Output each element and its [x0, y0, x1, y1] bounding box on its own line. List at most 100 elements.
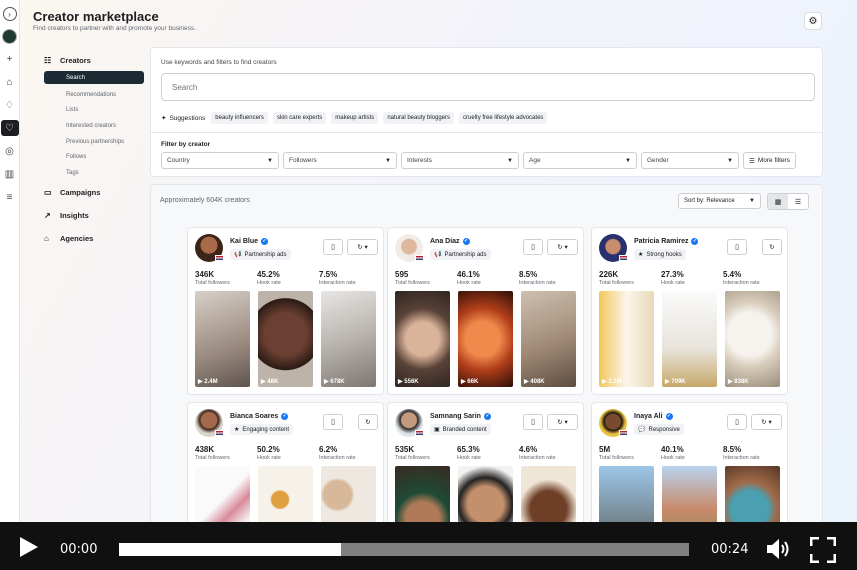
creator-name[interactable]: Inaya Ali ✓: [634, 413, 673, 420]
creator-card[interactable]: Patricia Ramirez ✓ ★ Strong hooks ▯ ↻ 226K…: [591, 227, 788, 395]
save-button[interactable]: ▯: [323, 414, 343, 430]
nav-search[interactable]: Search: [44, 71, 144, 84]
divider: [151, 132, 822, 133]
nav-tags[interactable]: Tags: [44, 165, 144, 181]
video-thumbnail[interactable]: ▶ 709K: [662, 291, 717, 387]
video-thumbnail[interactable]: [458, 466, 513, 523]
video-thumbnail[interactable]: ▶ 408K: [521, 291, 576, 387]
megaphone-icon: 📢: [434, 252, 442, 258]
creator-card[interactable]: Bianca Soares ✓ ★ Engaging content ▯ ↻ 438…: [187, 402, 384, 523]
account-avatar[interactable]: [2, 28, 18, 44]
video-thumbnail[interactable]: ▶ 678K: [321, 291, 376, 387]
refresh-icon: ↻: [365, 419, 371, 426]
suggestion-chip[interactable]: makeup artists: [331, 112, 379, 124]
video-thumbnail[interactable]: ▶ 556K: [395, 291, 450, 387]
interests-select[interactable]: Interests ▼: [401, 152, 519, 169]
video-controls: 00:00 00:24: [0, 522, 857, 570]
nav-insights[interactable]: ↗ Insights: [44, 209, 144, 223]
video-thumbnail[interactable]: [321, 466, 376, 523]
suggestion-chip[interactable]: cruelty free lifestyle advocates: [459, 112, 548, 124]
sparkle-icon: ✦: [161, 115, 167, 122]
connect-button[interactable]: ↻: [762, 239, 782, 255]
save-button[interactable]: ▯: [727, 414, 747, 430]
connect-menu-button[interactable]: ↻ ▾: [751, 414, 782, 430]
creator-card[interactable]: Kai Blue ✓ 📢 Partnership ads ▯ ↻ ▾ 346K Tot…: [187, 227, 384, 395]
bookmark-icon: ▯: [735, 419, 739, 426]
settings-button[interactable]: ⚙: [804, 12, 822, 30]
creator-card[interactable]: Ana Diaz ✓ 📢 Partnership ads ▯ ↻ ▾ 595 Tota…: [387, 227, 584, 395]
creator-name[interactable]: Samnang Sarin ✓: [430, 413, 491, 420]
caret-down-icon: ▼: [727, 157, 733, 164]
branded-icon: ▣: [434, 427, 440, 433]
nav-recommendations[interactable]: Recommendations: [44, 87, 144, 103]
refresh-icon: ↻: [769, 244, 775, 251]
meta-logo-icon[interactable]: ›: [2, 7, 17, 21]
content-icon[interactable]: ◎: [2, 143, 18, 159]
sort-select[interactable]: Sort by: Relevance ▼: [678, 193, 761, 209]
save-button[interactable]: ▯: [523, 239, 543, 255]
notifications-icon[interactable]: ♢: [2, 97, 18, 113]
list-view-icon[interactable]: ☰: [788, 194, 808, 209]
creator-badge: 📢 Partnership ads: [230, 249, 291, 260]
suggestion-chip[interactable]: beauty influencers: [211, 112, 268, 124]
video-thumbnail[interactable]: ▶ 1.1M: [599, 291, 654, 387]
refresh-icon: ↻ ▾: [557, 244, 568, 251]
creator-card[interactable]: Inaya Ali ✓ 💬 Responsive ▯ ↻ ▾ 5M Total fol…: [591, 402, 788, 523]
video-thumbnail[interactable]: [521, 466, 576, 523]
connect-menu-button[interactable]: ↻ ▾: [347, 239, 378, 255]
gender-select[interactable]: Gender ▼: [641, 152, 739, 169]
connect-menu-button[interactable]: ↻ ▾: [547, 239, 578, 255]
video-thumbnail[interactable]: [725, 466, 780, 523]
nav-previous-partnerships[interactable]: Previous partnerships: [44, 134, 144, 150]
search-input[interactable]: [161, 73, 815, 101]
video-thumbnail[interactable]: ▶ 838K: [725, 291, 780, 387]
creator-name[interactable]: Ana Diaz ✓: [430, 238, 470, 245]
nav-lists[interactable]: Lists: [44, 102, 144, 118]
video-thumbnail[interactable]: [599, 466, 654, 523]
insights-icon[interactable]: ▥: [2, 166, 18, 182]
video-thumbnail[interactable]: [662, 466, 717, 523]
video-thumbnail[interactable]: [195, 466, 250, 523]
duration: 00:24: [711, 542, 749, 557]
suggestion-chip[interactable]: skin care experts: [272, 112, 327, 124]
creator-name[interactable]: Kai Blue ✓: [230, 238, 269, 245]
nav-agencies[interactable]: ⌂ Agencies: [44, 232, 144, 246]
save-button[interactable]: ▯: [323, 239, 343, 255]
followers-select[interactable]: Followers ▼: [283, 152, 397, 169]
video-thumbnail[interactable]: ▶ 48K: [258, 291, 313, 387]
grid-view-icon[interactable]: ▦: [768, 194, 788, 209]
nav-creators[interactable]: ☷ Creators: [44, 53, 144, 67]
menu-icon[interactable]: ≡: [2, 189, 18, 205]
video-thumbnail[interactable]: ▶ 2.4M: [195, 291, 250, 387]
video-thumbnail[interactable]: [258, 466, 313, 523]
home-icon[interactable]: ⌂: [2, 74, 18, 90]
age-select[interactable]: Age ▼: [523, 152, 637, 169]
creator-card[interactable]: Samnang Sarin ✓ ▣ Branded content ▯ ↻ ▾ 53…: [387, 402, 584, 523]
caret-down-icon: ▼: [385, 157, 391, 164]
fullscreen-icon[interactable]: [810, 537, 836, 563]
save-button[interactable]: ▯: [523, 414, 543, 430]
nav-interested-creators[interactable]: Interested creators: [44, 118, 144, 134]
creator-name[interactable]: Patricia Ramirez ✓: [634, 238, 699, 245]
gear-icon: ⚙: [808, 15, 818, 27]
refresh-icon: ↻ ▾: [557, 419, 568, 426]
suggestion-chip[interactable]: natural beauty bloggers: [383, 112, 455, 124]
content-thumbnails: ▶ 556K ▶ 66K ▶ 408K: [395, 291, 583, 387]
nav-campaigns[interactable]: ▭ Campaigns: [44, 186, 144, 200]
video-thumbnail[interactable]: ▶ 66K: [458, 291, 513, 387]
connect-button[interactable]: ↻: [358, 414, 378, 430]
creator-name[interactable]: Bianca Soares ✓: [230, 413, 289, 420]
more-filters-button[interactable]: ☰ More filters: [743, 152, 796, 169]
creator-marketplace-icon[interactable]: ♡: [0, 120, 19, 136]
create-icon[interactable]: +: [2, 51, 18, 67]
connect-menu-button[interactable]: ↻ ▾: [547, 414, 578, 430]
nav-follows[interactable]: Follows: [44, 149, 144, 165]
save-button[interactable]: ▯: [727, 239, 747, 255]
video-thumbnail[interactable]: [395, 466, 450, 523]
search-panel: Use keywords and filters to find creator…: [150, 47, 823, 177]
volume-icon[interactable]: [766, 538, 792, 560]
country-select[interactable]: Country ▼: [161, 152, 279, 169]
seek-bar[interactable]: [119, 543, 689, 556]
play-button[interactable]: [20, 537, 38, 557]
caret-down-icon: ▼: [267, 157, 273, 164]
